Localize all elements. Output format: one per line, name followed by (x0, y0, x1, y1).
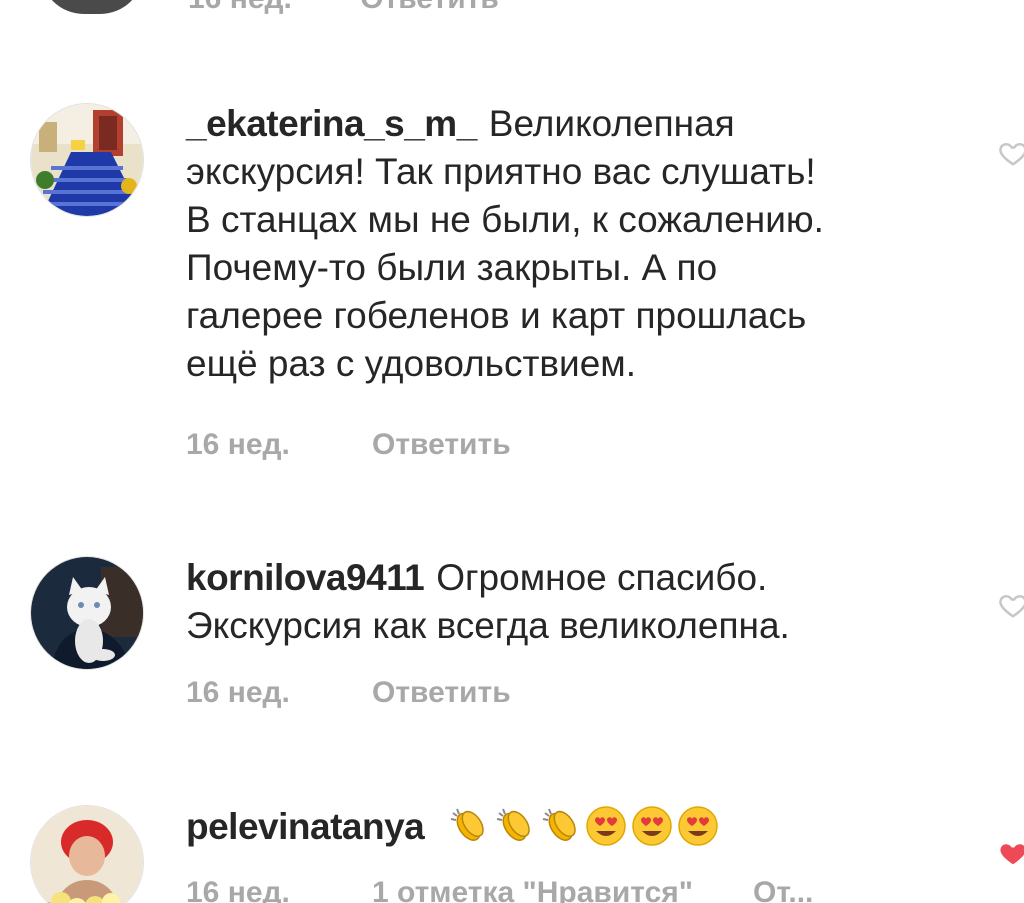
comment-text-line: ещё раз с удовольствием. (186, 343, 637, 384)
comment-body: kornilova9411 Огромное спасибо. Экскурсия… (186, 554, 966, 650)
comment-meta: 16 нед. Ответить (186, 676, 511, 710)
comment-text-line: галерее гобеленов и карт прошлась (186, 295, 807, 336)
comment-time: 16 нед. (188, 0, 292, 15)
reply-button[interactable]: От... (753, 876, 813, 903)
comment-time: 16 нед. (186, 676, 290, 709)
comment-username[interactable]: pelevinatanya (186, 806, 425, 847)
comment-text-line: В станцах мы не были, к сожалению. (186, 199, 824, 240)
reply-button[interactable]: Ответить (372, 428, 511, 462)
comment-text-line: Почему-то были закрыты. А по (186, 247, 718, 288)
like-heart-icon[interactable] (998, 138, 1024, 168)
emoji-row (447, 805, 723, 853)
likes-count-link[interactable]: 1 отметка "Нравится" (372, 876, 693, 903)
comment-text-line: экскурсия! Так приятно вас слушать! (186, 151, 816, 192)
comment-time: 16 нед. (186, 428, 290, 461)
heart-eyes-icon (585, 805, 627, 847)
reply-button[interactable]: Ответить (360, 0, 499, 15)
comment-text-line: Экскурсия как всегда великолепна. (186, 605, 790, 646)
comment-meta: 16 нед. 1 отметка "Нравится" От... (186, 876, 813, 903)
reply-button[interactable]: Ответить (372, 676, 511, 710)
heart-eyes-icon (631, 805, 673, 847)
comment-text-line: Великолепная (488, 103, 735, 144)
comment-username[interactable]: _ekaterina_s_m_ (186, 103, 477, 144)
comment-body: pelevinatanya (186, 803, 966, 853)
comment-body: _ekaterina_s_m_ Великолепная экскурсия! Т… (186, 100, 966, 388)
liked-heart-icon[interactable] (998, 838, 1024, 868)
like-heart-icon[interactable] (998, 590, 1024, 620)
avatar[interactable] (30, 103, 144, 217)
clapping-hands-icon (493, 805, 535, 847)
avatar[interactable] (30, 556, 144, 670)
comment-partial-top: 16 нед. Ответить (0, 0, 1024, 20)
avatar[interactable] (40, 0, 144, 14)
comment-username[interactable]: kornilova9411 (186, 557, 425, 598)
comment-text-line: Огромное спасибо. (436, 557, 768, 598)
comment-time: 16 нед. (186, 876, 290, 903)
avatar[interactable] (30, 805, 144, 903)
comment-meta: 16 нед. Ответить (188, 0, 559, 16)
comments-screen: 16 нед. Ответить _ (0, 0, 1024, 903)
clapping-hands-icon (447, 805, 489, 847)
heart-eyes-icon (677, 805, 719, 847)
comment-meta: 16 нед. Ответить (186, 428, 511, 462)
clapping-hands-icon (539, 805, 581, 847)
